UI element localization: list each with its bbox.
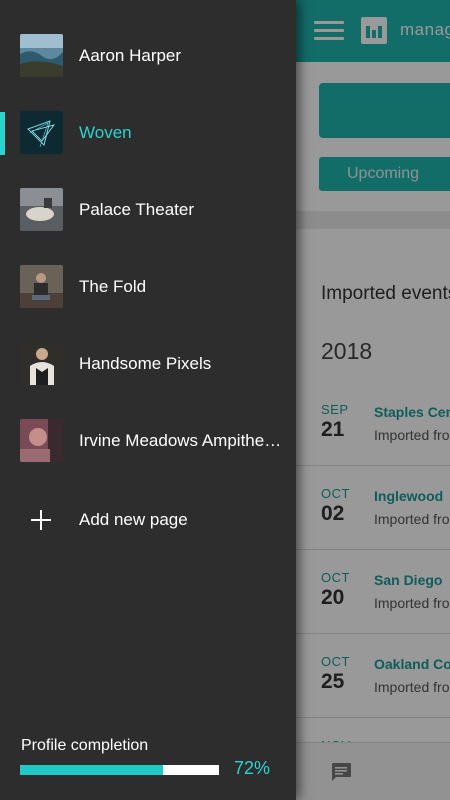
page-label: The Fold [79,277,147,296]
page-item-handsome-pixels[interactable]: Handsome Pixels [0,328,296,405]
page-thumbnail [20,111,63,154]
page-label: Handsome Pixels [79,354,212,373]
page-thumbnail [20,265,63,308]
page-item-the-fold[interactable]: The Fold [0,251,296,328]
page-label: Woven [79,123,132,142]
drawer-scrim[interactable] [296,0,450,800]
page-item-irvine-meadows[interactable]: Irvine Meadows Ampitheater [0,405,296,482]
page-thumbnail [20,188,63,231]
navigation-drawer: Aaron Harper Woven Palace Theater The Fo… [0,0,296,800]
page-thumbnail [20,342,63,385]
profile-completion-percent: 72% [234,758,271,778]
profile-completion-bar [20,765,219,775]
page-item-aaron-harper[interactable]: Aaron Harper [0,20,296,97]
profile-completion-label: Profile completion [21,737,149,754]
page-label: Palace Theater [79,200,194,219]
add-new-page-label: Add new page [79,510,188,529]
page-label: Irvine Meadows Ampitheater [79,431,284,450]
add-new-page-button[interactable]: Add new page [0,482,296,559]
page-thumbnail [20,34,63,77]
page-label: Aaron Harper [79,46,182,65]
page-item-palace-theater[interactable]: Palace Theater [0,174,296,251]
page-thumbnail [20,419,63,462]
plus-icon [31,510,51,530]
profile-completion-fill [20,765,164,775]
page-item-woven[interactable]: Woven [0,97,296,174]
